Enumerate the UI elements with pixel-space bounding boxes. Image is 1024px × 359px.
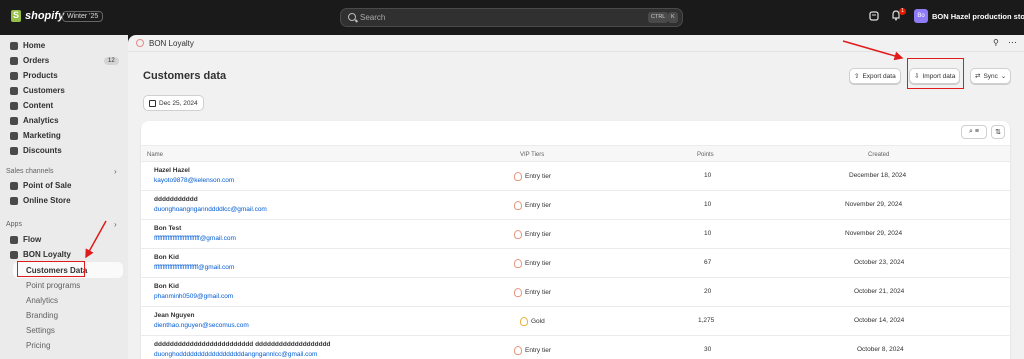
sidebar-item-orders[interactable]: Orders [10, 56, 49, 65]
sidebar-item-bon-loyalty[interactable]: BON Loyalty [10, 250, 71, 259]
sidebar-item-online-store[interactable]: Online Store [10, 196, 71, 205]
person-icon [10, 86, 18, 95]
sidebar-item-branding[interactable]: Branding [26, 311, 58, 320]
email-link[interactable]: ffffffffffffffffffffffffff@gmail.com [154, 264, 234, 271]
sales-channels-title[interactable]: Sales channels [6, 168, 53, 175]
top-bar: shopify Winter '25 Search CTRL K 1 Bo BO… [0, 0, 1024, 35]
sidebar: Home Orders 12 Products Customers Conten… [0, 35, 128, 359]
loyalty-app-icon [136, 39, 144, 47]
app-title: BON Loyalty [149, 39, 194, 48]
sidebar-item-point-of-sale[interactable]: Point of Sale [10, 181, 71, 190]
customers-table-card: ⌕ ≡ ⇅ Name VIP Tiers Points Created Haze… [141, 121, 1010, 359]
chart-icon [10, 116, 18, 125]
gold-tier-icon [520, 317, 528, 326]
brand-name: shopify [25, 10, 65, 22]
column-created[interactable]: Created [868, 152, 889, 158]
table-row[interactable]: Bon Kid ffffffffffffffffffffffffff@gmail… [141, 249, 1010, 278]
sidebar-item-content[interactable]: Content [10, 101, 53, 110]
search-placeholder: Search [360, 13, 386, 22]
target-icon [10, 131, 18, 140]
sync-icon: ⇄ [975, 73, 981, 80]
sidebar-item-analytics[interactable]: Analytics [10, 116, 59, 125]
tier-badge-icon [514, 346, 522, 355]
edition-badge: Winter '25 [62, 11, 104, 22]
loyalty-icon [10, 250, 18, 259]
column-vip-tiers[interactable]: VIP Tiers [520, 152, 544, 158]
pos-icon [10, 181, 18, 190]
email-link[interactable]: dienthao.nguyen@secomus.com [154, 322, 249, 329]
sync-button[interactable]: ⇄ Sync ⌄ [970, 68, 1012, 84]
sidebar-item-customers[interactable]: Customers [10, 86, 65, 95]
content-icon [10, 101, 18, 110]
sidebar-item-products[interactable]: Products [10, 71, 58, 80]
home-icon [10, 41, 18, 50]
sidebar-item-home[interactable]: Home [10, 41, 45, 50]
export-icon: ⇧ [854, 73, 860, 80]
shopify-bag-icon [11, 10, 21, 22]
table-row[interactable]: Bon Kid phanminh0509@gmail.com Entry tie… [141, 278, 1010, 307]
table-row[interactable]: ddddddddddddddddddddddddd dddddddddddddd… [141, 336, 1010, 359]
table-header: Name VIP Tiers Points Created [141, 145, 1010, 162]
annotation-box-customers-data [17, 261, 85, 277]
tag-icon [10, 71, 18, 80]
page-title: Customers data [143, 70, 227, 82]
discount-icon [10, 146, 18, 155]
annotation-box-import-data [907, 58, 964, 89]
chevron-down-icon: ⌄ [1000, 73, 1007, 80]
email-link[interactable]: kayoto9878@kelenson.com [154, 177, 234, 184]
email-link[interactable]: phanminh0509@gmail.com [154, 293, 233, 300]
tier-badge-icon [514, 259, 522, 268]
notification-badge: 1 [899, 8, 906, 15]
chevron-right-icon[interactable]: › [114, 220, 117, 229]
table-row[interactable]: ddddddddddd duonghoangngannddddlcc@gmail… [141, 191, 1010, 220]
tier-badge-icon [514, 288, 522, 297]
main-content: BON Loyalty ⚲ ⋯ Customers data ⇧ Export d… [128, 35, 1024, 359]
search-input[interactable]: Search CTRL K [340, 8, 683, 27]
shortcut-k: K [668, 12, 678, 23]
calendar-icon [149, 99, 156, 107]
sidebar-item-pricing[interactable]: Pricing [26, 341, 50, 350]
sidebar-item-app-analytics[interactable]: Analytics [26, 296, 58, 305]
sidebar-item-flow[interactable]: Flow [10, 235, 41, 244]
table-row[interactable]: Jean Nguyen dienthao.nguyen@secomus.com … [141, 307, 1010, 336]
column-name[interactable]: Name [147, 152, 163, 158]
tier-badge-icon [514, 201, 522, 210]
shopify-logo[interactable]: shopify [11, 10, 64, 22]
pin-icon[interactable]: ⚲ [993, 38, 999, 47]
orders-count-badge: 12 [104, 57, 119, 65]
sort-button[interactable]: ⇅ [991, 125, 1005, 139]
sidebar-item-discounts[interactable]: Discounts [10, 146, 62, 155]
tier-badge-icon [514, 230, 522, 239]
tier-badge-icon [514, 172, 522, 181]
table-row[interactable]: Hazel Hazel kayoto9878@kelenson.com Entr… [141, 162, 1010, 191]
email-link[interactable]: duonghoangngannddddlcc@gmail.com [154, 206, 267, 213]
date-picker[interactable]: Dec 25, 2024 [143, 95, 204, 111]
search-filter-button[interactable]: ⌕ ≡ [961, 125, 987, 139]
chevron-right-icon[interactable]: › [114, 167, 117, 176]
table-row[interactable]: Bon Test fffffffffffffffffffffffffff@gma… [141, 220, 1010, 249]
sidebar-item-settings[interactable]: Settings [26, 326, 55, 335]
sidebar-item-point-programs[interactable]: Point programs [26, 281, 80, 290]
assistant-icon[interactable] [869, 10, 879, 21]
column-points[interactable]: Points [697, 152, 714, 158]
search-icon [348, 13, 356, 21]
sidebar-item-marketing[interactable]: Marketing [10, 131, 61, 140]
more-icon[interactable]: ⋯ [1008, 37, 1017, 48]
email-link[interactable]: duonghoddddddddddddddddddangngannlcc@gma… [154, 351, 317, 358]
email-link[interactable]: fffffffffffffffffffffffffff@gmail.com [154, 235, 236, 242]
app-header: BON Loyalty ⚲ ⋯ [128, 35, 1024, 52]
store-name[interactable]: BON Hazel production sto... [932, 12, 1024, 21]
store-icon [10, 196, 18, 205]
shortcut-ctrl: CTRL [648, 12, 669, 23]
export-data-button[interactable]: ⇧ Export data [849, 68, 901, 84]
store-avatar[interactable]: Bo [914, 9, 928, 23]
flow-icon [10, 235, 18, 244]
orders-icon [10, 56, 18, 65]
apps-title[interactable]: Apps [6, 221, 22, 228]
